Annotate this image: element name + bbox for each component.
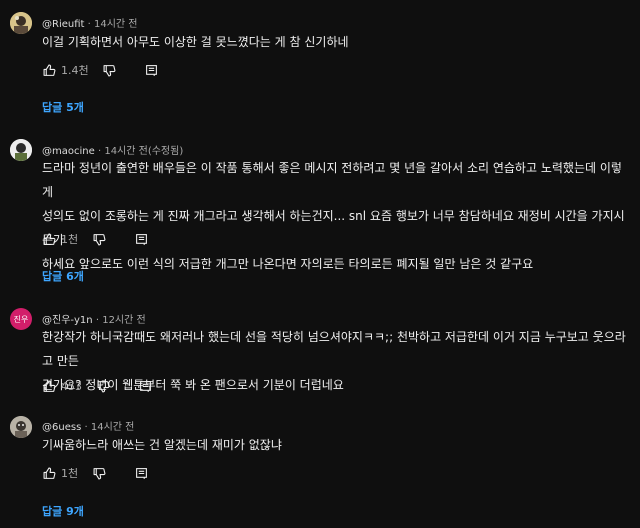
comments-section: @Rieufit · 14시간 전 이걸 기획하면서 아무도 이상한 걸 못느꼈… xyxy=(0,0,640,528)
thumbs-down-icon[interactable] xyxy=(103,63,117,77)
thumbs-up-icon[interactable] xyxy=(42,63,56,77)
like-count: 1천 xyxy=(61,467,79,480)
view-replies-button[interactable]: 답글 6개 xyxy=(42,268,84,284)
reply-icon[interactable] xyxy=(145,63,159,77)
avatar[interactable] xyxy=(10,416,32,438)
meta-separator: · xyxy=(87,19,91,30)
reply-icon[interactable] xyxy=(134,466,148,480)
like-count: 1천 xyxy=(61,233,79,246)
comment-time[interactable]: 14시간 전 xyxy=(94,19,138,30)
like-count: 1.4천 xyxy=(61,64,89,77)
like-count: 453 xyxy=(61,379,82,393)
view-replies-button[interactable]: 답글 5개 xyxy=(42,99,84,115)
reply-icon[interactable] xyxy=(138,379,152,393)
avatar[interactable] xyxy=(10,12,32,34)
avatar-initials: 진우 xyxy=(13,314,29,324)
comment-line: 한강작가 하니국감때도 왜저러나 했는데 선을 적당히 넘으셔야지ㅋㅋ;; 천박… xyxy=(42,330,626,368)
comment-meta: @Rieufit · 14시간 전 xyxy=(42,15,138,30)
thumbs-down-icon[interactable] xyxy=(92,232,106,246)
avatar-image-icon xyxy=(10,12,32,34)
comment-actions: 1천 xyxy=(42,465,148,481)
comment-actions: 1.4천 xyxy=(42,62,159,78)
avatar-image-icon xyxy=(10,416,32,438)
comment-meta: @maocine · 14시간 전(수정됨) xyxy=(42,142,183,157)
comment-line: 기싸움하느라 애쓰는 건 알겠는데 재미가 없잖냐 xyxy=(42,438,282,452)
comment-actions: 1천 xyxy=(42,231,148,247)
comment-meta: @진우-y1n · 12시간 전 xyxy=(42,311,146,326)
comment-line: 이걸 기획하면서 아무도 이상한 걸 못느꼈다는 게 참 신기하네 xyxy=(42,35,349,49)
avatar[interactable] xyxy=(10,139,32,161)
comment-actions: 453 xyxy=(42,378,152,394)
avatar[interactable]: 진우 xyxy=(10,308,32,330)
thumbs-down-icon[interactable] xyxy=(92,466,106,480)
meta-separator: · xyxy=(84,422,88,433)
comment-text: 드라마 정년이 출연한 배우들은 이 작품 통해서 좋은 메시지 전하려고 몇 … xyxy=(42,156,632,276)
comment-author[interactable]: @6uess xyxy=(42,422,81,433)
comment-line: 하세요 앞으로도 이런 식의 저급한 개그만 나온다면 자의로든 타의로든 폐지… xyxy=(42,257,534,271)
thumbs-up-icon[interactable] xyxy=(42,466,56,480)
avatar-image-icon xyxy=(10,139,32,161)
comment-author[interactable]: @Rieufit xyxy=(42,19,84,30)
reply-icon[interactable] xyxy=(134,232,148,246)
comment-text: 이걸 기획하면서 아무도 이상한 걸 못느꼈다는 게 참 신기하네 xyxy=(42,30,632,54)
thumbs-up-icon[interactable] xyxy=(42,232,56,246)
thumbs-down-icon[interactable] xyxy=(96,379,110,393)
comment-line: 드라마 정년이 출연한 배우들은 이 작품 통해서 좋은 메시지 전하려고 몇 … xyxy=(42,161,622,199)
comment-text: 기싸움하느라 애쓰는 건 알겠는데 재미가 없잖냐 xyxy=(42,433,632,457)
comment-meta: @6uess · 14시간 전 xyxy=(42,418,134,433)
comment-time[interactable]: 14시간 전 xyxy=(91,422,135,433)
thumbs-up-icon[interactable] xyxy=(42,379,56,393)
view-replies-button[interactable]: 답글 9개 xyxy=(42,503,84,519)
